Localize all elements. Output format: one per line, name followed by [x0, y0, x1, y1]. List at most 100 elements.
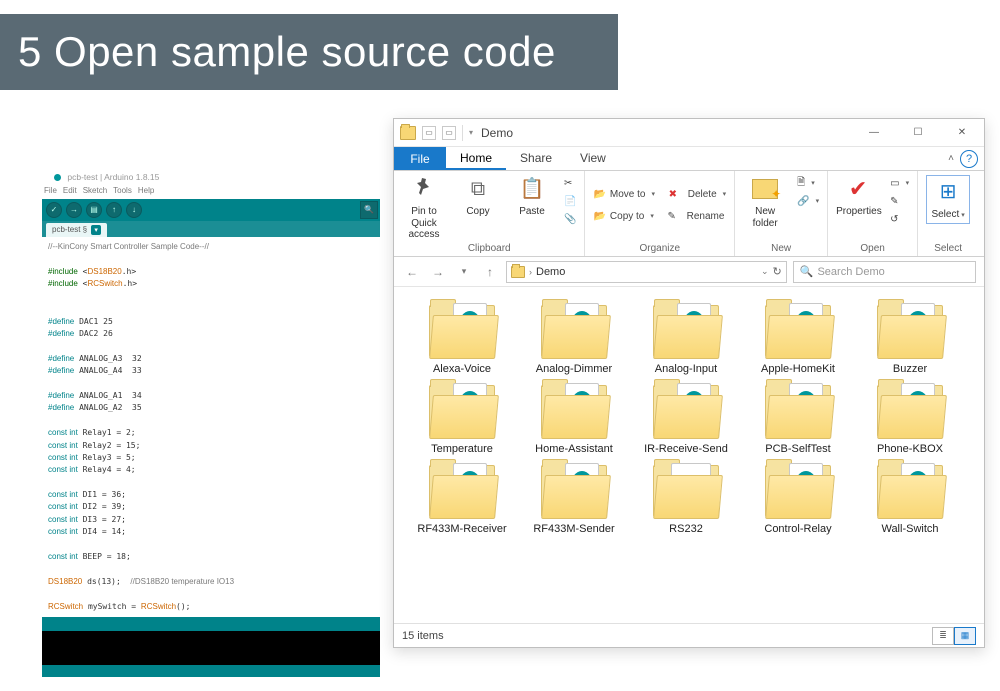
paste-label: Paste: [510, 206, 554, 218]
address-bar[interactable]: › Demo ⌄ ↻: [506, 261, 787, 283]
icons-view-button[interactable]: ▦: [954, 627, 976, 645]
ribbon-group-open: ✔ Properties ▭▾ ✎ ↺ Open: [828, 171, 918, 256]
folder-item[interactable]: ∞ Phone-KBOX: [864, 385, 956, 455]
organize-group-label: Organize: [593, 243, 726, 256]
arduino-folder-icon: ∞: [541, 385, 607, 437]
maximize-button[interactable]: ☐: [896, 119, 940, 147]
chevron-down-icon: ▾: [961, 212, 965, 219]
window-title: Demo: [481, 126, 513, 140]
file-tab[interactable]: File: [394, 147, 446, 170]
qat-properties-icon[interactable]: ▭: [422, 126, 436, 140]
folder-item[interactable]: ∞ Wall-Switch: [864, 465, 956, 535]
menu-sketch[interactable]: Sketch: [83, 186, 107, 195]
folder-item[interactable]: ∞ Apple-HomeKit: [752, 305, 844, 375]
help-button[interactable]: ?: [960, 150, 978, 168]
sketch-tab[interactable]: pcb-test § ▾: [46, 223, 107, 237]
history-icon: ↺: [890, 214, 898, 225]
tab-share[interactable]: Share: [506, 147, 566, 170]
menu-file[interactable]: File: [44, 186, 57, 195]
files-grid[interactable]: ∞ Alexa-Voice ∞ Analog-Dimmer ∞ Analog-I…: [394, 287, 984, 607]
history-button[interactable]: ↺: [890, 211, 909, 227]
folder-item[interactable]: ∞ RF433M-Receiver: [416, 465, 508, 535]
folder-item[interactable]: ∞ Alexa-Voice: [416, 305, 508, 375]
open-sketch-button[interactable]: ↑: [106, 202, 122, 218]
folder-item[interactable]: ∞ PCB-SelfTest: [752, 385, 844, 455]
ribbon: Pin to Quick access ⧉ Copy 📋 Paste ✂ 📄 📎…: [394, 171, 984, 257]
recent-locations-button[interactable]: ▾: [454, 262, 474, 282]
folder-label: RF433M-Receiver: [416, 523, 508, 535]
tab-view[interactable]: View: [566, 147, 620, 170]
close-button[interactable]: ✕: [940, 119, 984, 147]
folder-label: Buzzer: [864, 363, 956, 375]
folder-item[interactable]: ∞ Analog-Input: [640, 305, 732, 375]
arduino-folder-icon: ∞: [877, 305, 943, 357]
serial-monitor-button[interactable]: 🔍: [360, 201, 378, 219]
folder-item[interactable]: ∞ IR-Receive-Send: [640, 385, 732, 455]
minimize-button[interactable]: —: [852, 119, 896, 147]
copy-button[interactable]: ⧉ Copy: [456, 175, 500, 218]
address-bar-row: ← → ▾ ↑ › Demo ⌄ ↻ 🔍 Search Demo: [394, 257, 984, 287]
paste-button[interactable]: 📋 Paste: [510, 175, 554, 218]
folder-item[interactable]: ∞ Home-Assistant: [528, 385, 620, 455]
explorer-titlebar[interactable]: ▭ ▭ ▾ Demo — ☐ ✕: [394, 119, 984, 147]
qat-newfolder-icon[interactable]: ▭: [442, 126, 456, 140]
folder-item[interactable]: ∞ RF433M-Sender: [528, 465, 620, 535]
menu-help[interactable]: Help: [138, 186, 154, 195]
refresh-button[interactable]: ↻: [773, 265, 782, 278]
qat-separator: [462, 125, 463, 141]
menu-tools[interactable]: Tools: [113, 186, 132, 195]
cut-button[interactable]: ✂: [564, 175, 576, 191]
arduino-console[interactable]: [42, 631, 380, 665]
open-button[interactable]: ▭▾: [890, 175, 909, 191]
select-button[interactable]: ⊞ Select▾: [926, 175, 970, 224]
verify-button[interactable]: ✓: [46, 202, 62, 218]
tab-menu-icon[interactable]: ▾: [91, 225, 101, 235]
folder-item[interactable]: ∞ Buzzer: [864, 305, 956, 375]
new-folder-label: New folder: [743, 206, 787, 229]
back-button[interactable]: ←: [402, 262, 422, 282]
forward-button[interactable]: →: [428, 262, 448, 282]
pin-to-quick-access-button[interactable]: Pin to Quick access: [402, 175, 446, 241]
properties-button[interactable]: ✔ Properties: [836, 175, 880, 218]
code-editor[interactable]: //--KinCony Smart Controller Sample Code…: [42, 237, 380, 617]
qat-dropdown-icon[interactable]: ▾: [469, 128, 473, 137]
ribbon-collapse-icon[interactable]: ˄: [948, 153, 954, 170]
pin-label: Pin to Quick access: [402, 206, 446, 241]
edit-button[interactable]: ✎: [890, 193, 909, 209]
up-button[interactable]: ↑: [480, 262, 500, 282]
folder-label: IR-Receive-Send: [640, 443, 732, 455]
folder-item[interactable]: ∞ RS232: [640, 465, 732, 535]
new-item-button[interactable]: 🗎▾: [797, 175, 819, 191]
arduino-menubar[interactable]: File Edit Sketch Tools Help: [42, 185, 380, 199]
easy-access-button[interactable]: 🔗▾: [797, 193, 819, 209]
copy-to-button[interactable]: 📂Copy to▾ ✎ Rename: [593, 208, 726, 224]
menu-edit[interactable]: Edit: [63, 186, 77, 195]
search-box[interactable]: 🔍 Search Demo: [793, 261, 976, 283]
save-sketch-button[interactable]: ↓: [126, 202, 142, 218]
upload-button[interactable]: →: [66, 202, 82, 218]
arduino-folder-icon: ∞: [877, 385, 943, 437]
arduino-folder-icon: ∞: [877, 465, 943, 517]
address-dropdown-icon[interactable]: ⌄: [761, 266, 769, 277]
arduino-folder-icon: ∞: [541, 305, 607, 357]
paste-shortcut-button[interactable]: 📎: [564, 211, 576, 227]
properties-label: Properties: [836, 206, 880, 218]
quick-access-toolbar: ▭ ▭ ▾: [394, 125, 473, 141]
details-view-button[interactable]: ≣: [932, 627, 954, 645]
arduino-folder-icon: ∞: [429, 465, 495, 517]
arduino-toolbar: ✓ → ▤ ↑ ↓ 🔍: [42, 199, 380, 221]
chevron-down-icon: ▾: [650, 212, 654, 220]
move-to-button[interactable]: 📂Move to▾ ✖ Delete▾: [593, 186, 726, 202]
new-folder-button[interactable]: ✦ New folder: [743, 175, 787, 229]
arduino-folder-icon: ∞: [653, 465, 719, 517]
tab-home[interactable]: Home: [446, 147, 506, 170]
folder-item[interactable]: ∞ Analog-Dimmer: [528, 305, 620, 375]
folder-item[interactable]: ∞ Control-Relay: [752, 465, 844, 535]
folder-item[interactable]: ∞ Temperature: [416, 385, 508, 455]
window-controls: — ☐ ✕: [852, 119, 984, 147]
copyto-icon: 📂: [593, 211, 605, 222]
arduino-folder-icon: ∞: [429, 385, 495, 437]
copy-path-button[interactable]: 📄: [564, 193, 576, 209]
arduino-status-strip: [42, 617, 380, 631]
new-sketch-button[interactable]: ▤: [86, 202, 102, 218]
